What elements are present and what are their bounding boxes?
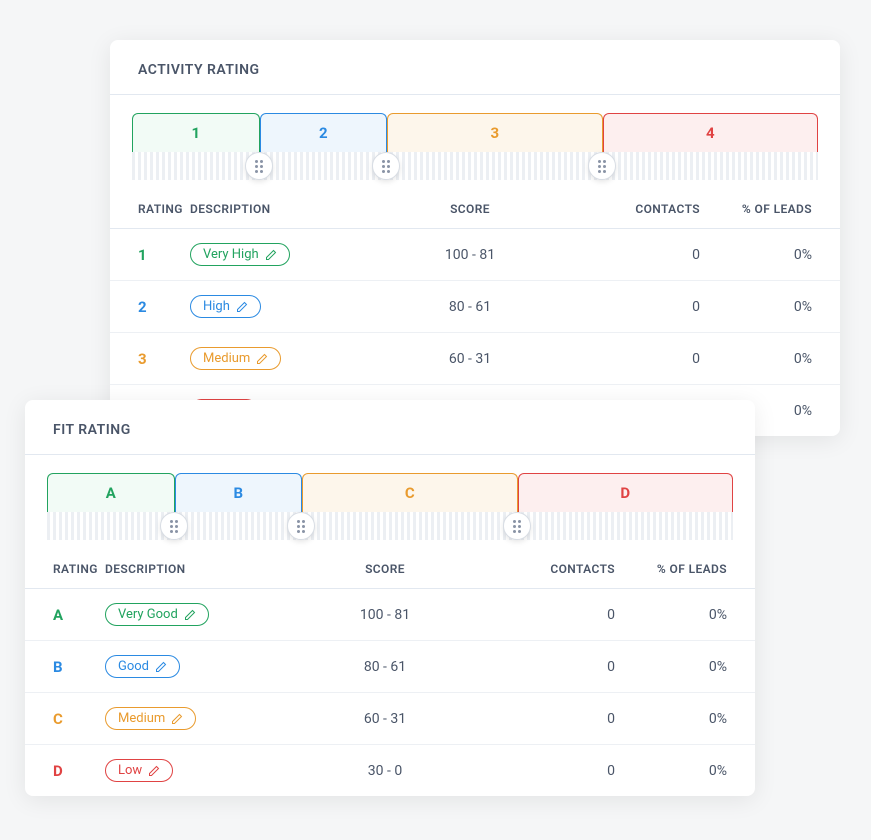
pencil-icon bbox=[155, 661, 167, 673]
pencil-icon bbox=[184, 609, 196, 621]
pill-label: Low bbox=[118, 763, 142, 778]
contacts-value: 0 bbox=[475, 693, 615, 745]
fit-segment-c[interactable]: C bbox=[302, 473, 517, 512]
description-pill[interactable]: High bbox=[190, 295, 261, 318]
drag-icon bbox=[297, 520, 305, 533]
col-score: SCORE bbox=[295, 550, 475, 589]
pct-value: 0% bbox=[700, 281, 840, 333]
fit-handle-3[interactable] bbox=[503, 512, 531, 540]
fit-segments: A B C D bbox=[25, 455, 755, 512]
fit-segment-a[interactable]: A bbox=[47, 473, 175, 512]
rating-value: A bbox=[25, 589, 105, 641]
description-pill[interactable]: Medium bbox=[190, 347, 281, 370]
score-value: 80 - 61 bbox=[380, 281, 560, 333]
pencil-icon bbox=[265, 249, 277, 261]
score-value: 80 - 61 bbox=[295, 641, 475, 693]
fit-slider-track bbox=[47, 512, 733, 540]
pill-label: Good bbox=[118, 659, 149, 674]
pencil-icon bbox=[256, 353, 268, 365]
col-desc: DESCRIPTION bbox=[105, 550, 295, 589]
col-contacts: CONTACTS bbox=[475, 550, 615, 589]
pill-label: Medium bbox=[118, 711, 165, 726]
contacts-value: 0 bbox=[560, 229, 700, 281]
col-score: SCORE bbox=[380, 190, 560, 229]
contacts-value: 0 bbox=[475, 745, 615, 797]
fit-table: RATING DESCRIPTION SCORE CONTACTS % OF L… bbox=[25, 550, 755, 796]
description-pill[interactable]: Low bbox=[105, 759, 173, 782]
activity-handle-3[interactable] bbox=[588, 152, 616, 180]
activity-segment-4[interactable]: 4 bbox=[603, 113, 818, 152]
pencil-icon bbox=[148, 765, 160, 777]
description-pill[interactable]: Very High bbox=[190, 243, 290, 266]
fit-row: C Medium 60 - 31 0 0% bbox=[25, 693, 755, 745]
pct-value: 0% bbox=[615, 641, 755, 693]
pct-value: 0% bbox=[615, 693, 755, 745]
contacts-value: 0 bbox=[560, 333, 700, 385]
activity-row: 3 Medium 60 - 31 0 0% bbox=[110, 333, 840, 385]
pct-value: 0% bbox=[700, 229, 840, 281]
rating-value: 1 bbox=[110, 229, 190, 281]
rating-value: D bbox=[25, 745, 105, 797]
pct-value: 0% bbox=[615, 745, 755, 797]
activity-segment-2[interactable]: 2 bbox=[260, 113, 388, 152]
drag-icon bbox=[255, 160, 263, 173]
score-value: 100 - 81 bbox=[380, 229, 560, 281]
pencil-icon bbox=[236, 301, 248, 313]
fit-row: A Very Good 100 - 81 0 0% bbox=[25, 589, 755, 641]
score-value: 30 - 0 bbox=[295, 745, 475, 797]
col-pct: % OF LEADS bbox=[700, 190, 840, 229]
rating-value: B bbox=[25, 641, 105, 693]
activity-segment-1[interactable]: 1 bbox=[132, 113, 260, 152]
score-value: 100 - 81 bbox=[295, 589, 475, 641]
col-contacts: CONTACTS bbox=[560, 190, 700, 229]
pct-value: 0% bbox=[615, 589, 755, 641]
pencil-icon bbox=[171, 713, 183, 725]
activity-handle-2[interactable] bbox=[372, 152, 400, 180]
contacts-value: 0 bbox=[475, 589, 615, 641]
fit-handle-2[interactable] bbox=[287, 512, 315, 540]
description-pill[interactable]: Medium bbox=[105, 707, 196, 730]
activity-segments: 1 2 3 4 bbox=[110, 95, 840, 152]
col-rating: RATING bbox=[25, 550, 105, 589]
pct-value: 0% bbox=[700, 333, 840, 385]
fit-handle-1[interactable] bbox=[160, 512, 188, 540]
pill-label: Very Good bbox=[118, 607, 178, 622]
fit-rating-card: FIT RATING A B C D RATING DESCRIPTION SC… bbox=[25, 400, 755, 796]
col-rating: RATING bbox=[110, 190, 190, 229]
description-pill[interactable]: Good bbox=[105, 655, 180, 678]
rating-value: C bbox=[25, 693, 105, 745]
col-desc: DESCRIPTION bbox=[190, 190, 380, 229]
drag-icon bbox=[170, 520, 178, 533]
description-pill[interactable]: Very Good bbox=[105, 603, 209, 626]
activity-handle-1[interactable] bbox=[245, 152, 273, 180]
rating-value: 3 bbox=[110, 333, 190, 385]
activity-row: 2 High 80 - 61 0 0% bbox=[110, 281, 840, 333]
activity-row: 1 Very High 100 - 81 0 0% bbox=[110, 229, 840, 281]
pill-label: High bbox=[203, 299, 230, 314]
fit-row: B Good 80 - 61 0 0% bbox=[25, 641, 755, 693]
score-value: 60 - 31 bbox=[295, 693, 475, 745]
fit-segment-b[interactable]: B bbox=[175, 473, 303, 512]
contacts-value: 0 bbox=[560, 281, 700, 333]
activity-slider-track bbox=[132, 152, 818, 180]
score-value: 60 - 31 bbox=[380, 333, 560, 385]
drag-icon bbox=[513, 520, 521, 533]
fit-title: FIT RATING bbox=[25, 400, 755, 455]
rating-value: 2 bbox=[110, 281, 190, 333]
fit-segment-d[interactable]: D bbox=[518, 473, 733, 512]
activity-title: ACTIVITY RATING bbox=[110, 40, 840, 95]
col-pct: % OF LEADS bbox=[615, 550, 755, 589]
drag-icon bbox=[382, 160, 390, 173]
pill-label: Very High bbox=[203, 247, 259, 262]
activity-rating-card: ACTIVITY RATING 1 2 3 4 RATING DESCRIPTI… bbox=[110, 40, 840, 436]
drag-icon bbox=[598, 160, 606, 173]
fit-row: D Low 30 - 0 0 0% bbox=[25, 745, 755, 797]
pill-label: Medium bbox=[203, 351, 250, 366]
activity-segment-3[interactable]: 3 bbox=[387, 113, 602, 152]
contacts-value: 0 bbox=[475, 641, 615, 693]
